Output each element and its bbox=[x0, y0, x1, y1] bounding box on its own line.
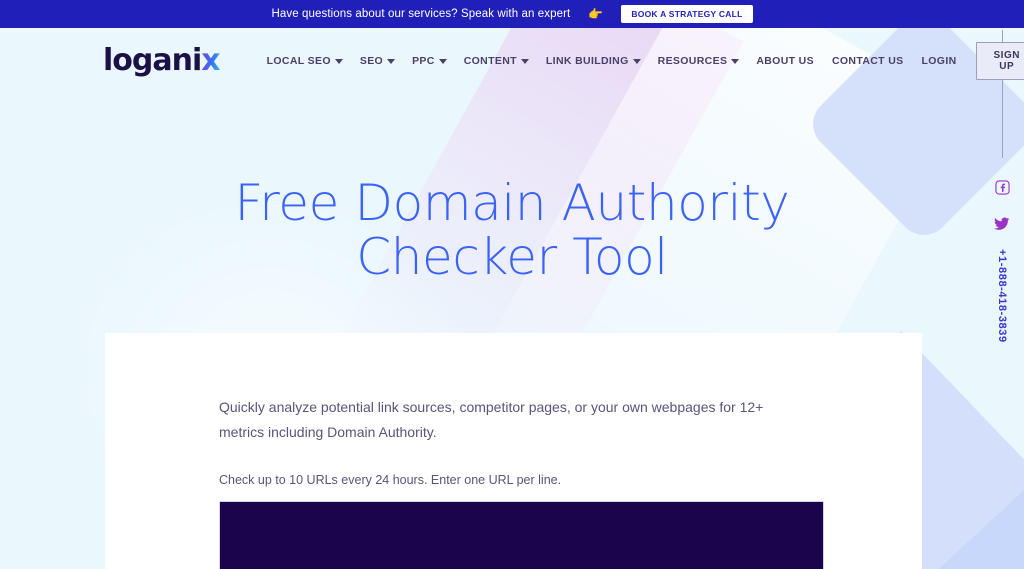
phone-number-link[interactable]: +1-888-418-3839 bbox=[996, 249, 1008, 343]
nav-item-link-building[interactable]: LINK BUILDING bbox=[537, 49, 649, 73]
chevron-down-icon bbox=[520, 58, 529, 64]
sign-up-button[interactable]: SIGN UP bbox=[975, 42, 1024, 80]
nav-label: SEO bbox=[359, 55, 384, 67]
main-navigation: LOCAL SEO SEO PPC CONTENT LINK BUILDING bbox=[258, 42, 1024, 80]
nav-label: ABOUT US bbox=[756, 55, 814, 67]
page-title-line-1: Free Domain Authority bbox=[234, 174, 790, 232]
nav-label: LINK BUILDING bbox=[545, 55, 629, 67]
nav-label: CONTENT bbox=[463, 55, 517, 67]
chevron-down-icon bbox=[731, 58, 740, 64]
nav-item-ppc[interactable]: PPC bbox=[403, 49, 455, 73]
nav-label: CONTACT US bbox=[831, 55, 904, 67]
nav-label: LOCAL SEO bbox=[266, 55, 331, 67]
chevron-down-icon bbox=[438, 58, 447, 64]
nav-item-content[interactable]: CONTENT bbox=[455, 49, 537, 73]
twitter-icon[interactable] bbox=[994, 217, 1010, 231]
tool-instruction: Check up to 10 URLs every 24 hours. Ente… bbox=[219, 472, 562, 487]
promo-banner: Have questions about our services? Speak… bbox=[0, 0, 1024, 28]
chevron-down-icon bbox=[334, 58, 343, 64]
nav-label: LOGIN bbox=[921, 55, 957, 67]
nav-item-local-seo[interactable]: LOCAL SEO bbox=[258, 49, 351, 73]
nav-item-contact-us[interactable]: CONTACT US bbox=[823, 49, 913, 73]
page-title: Free Domain Authority Checker Tool bbox=[0, 176, 1024, 284]
hero-section: Free Domain Authority Checker Tool bbox=[0, 176, 1024, 284]
nav-item-about-us[interactable]: ABOUT US bbox=[747, 49, 823, 73]
logo-accent-letter: x bbox=[201, 43, 220, 78]
url-input-textarea[interactable] bbox=[219, 500, 824, 569]
loganix-logo[interactable]: logani x bbox=[103, 43, 221, 78]
tool-card: Quickly analyze potential link sources, … bbox=[105, 333, 922, 569]
site-header: logani x LOCAL SEO SEO PPC CONTENT LINK … bbox=[0, 28, 1024, 94]
book-strategy-call-button[interactable]: BOOK A STRATEGY CALL bbox=[621, 5, 753, 23]
pointing-hand-icon: 👉 bbox=[588, 7, 604, 21]
chevron-down-icon bbox=[632, 58, 641, 64]
promo-banner-text: Have questions about our services? Speak… bbox=[271, 8, 571, 20]
nav-item-seo[interactable]: SEO bbox=[351, 49, 403, 73]
chevron-down-icon bbox=[387, 58, 396, 64]
tool-card-content: Quickly analyze potential link sources, … bbox=[105, 333, 922, 569]
facebook-icon[interactable] bbox=[994, 180, 1010, 195]
page-title-line-2: Checker Tool bbox=[356, 228, 668, 286]
nav-label: PPC bbox=[412, 55, 435, 67]
nav-label: RESOURCES bbox=[657, 55, 728, 67]
nav-item-login[interactable]: LOGIN bbox=[913, 49, 966, 73]
tool-description: Quickly analyze potential link sources, … bbox=[219, 399, 764, 440]
logo-text: logani bbox=[103, 43, 202, 78]
nav-item-resources[interactable]: RESOURCES bbox=[649, 49, 748, 73]
